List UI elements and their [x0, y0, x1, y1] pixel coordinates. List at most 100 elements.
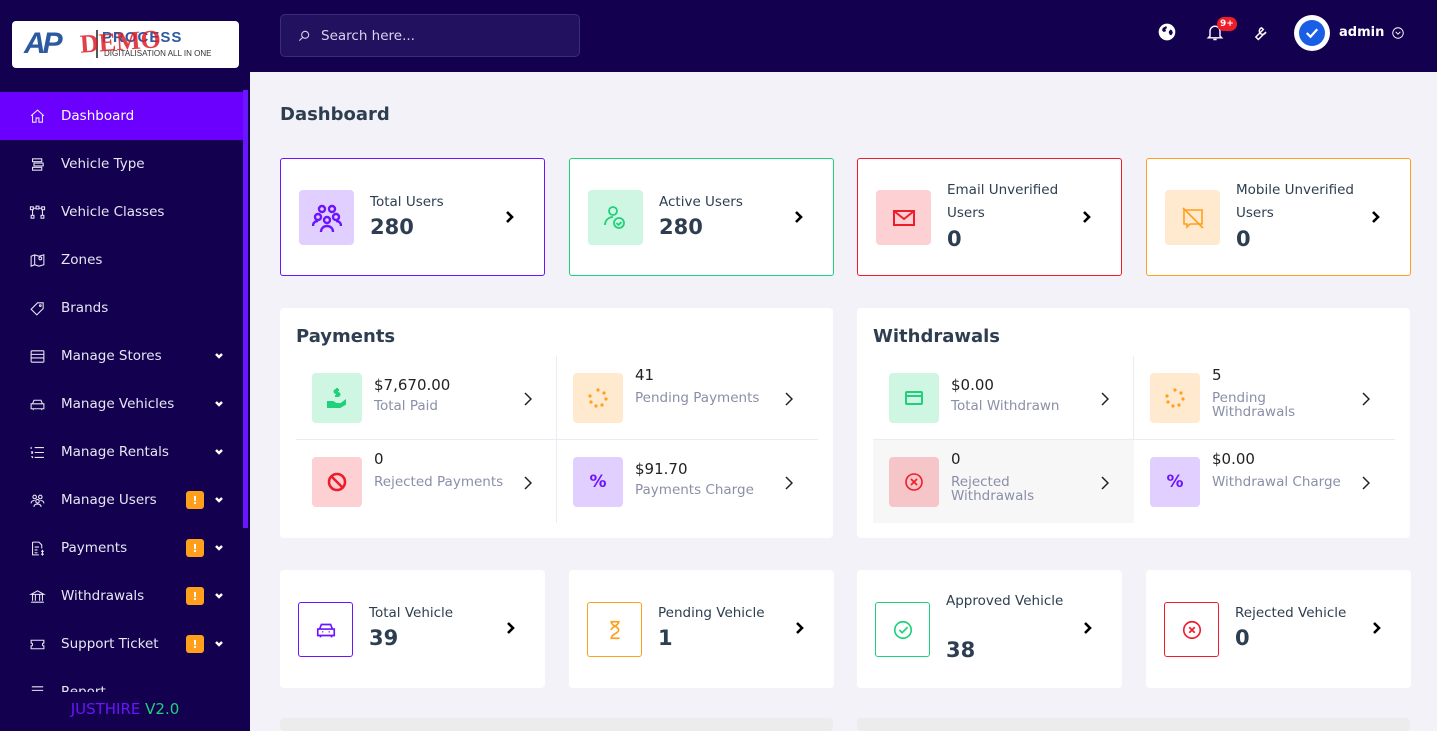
logo[interactable]: AP PROCESS DIGITALISATION ALL IN ONE DEM… [12, 21, 239, 68]
pending-payments-item[interactable]: 41 Pending Payments [557, 356, 818, 439]
stat-label: Approved Vehicle [946, 593, 1064, 609]
cell-value: $0.00 [1212, 450, 1255, 468]
globe-icon [1158, 23, 1176, 41]
cell-value: 5 [1212, 366, 1222, 384]
sidebar-item-label: Manage Users [61, 492, 157, 508]
chevron-right-icon [524, 391, 533, 406]
users-icon [28, 491, 46, 509]
sidebar-nav: Dashboard Vehicle Type Vehicle Classes Z… [0, 92, 243, 716]
sidebar-item-withdrawals[interactable]: Withdrawals ! [0, 572, 243, 620]
stat-label: Total Vehicle [369, 605, 454, 621]
stat-label: Pending Vehicle [658, 605, 765, 621]
stat-value: 39 [369, 626, 399, 650]
chevron-down-icon[interactable] [214, 351, 224, 361]
stat-label: Rejected Vehicle [1235, 605, 1347, 621]
email-unverified-users-card[interactable]: Email Unverified Users 0 [857, 158, 1122, 276]
sidebar-item-manage-stores[interactable]: Manage Stores [0, 332, 243, 380]
chevron-down-icon[interactable] [214, 591, 224, 601]
settings-button[interactable] [1250, 22, 1272, 44]
sidebar-item-label: Support Ticket [61, 636, 159, 652]
payments-charge-item[interactable]: % $91.70 Payments Charge [557, 440, 818, 523]
search-box[interactable] [280, 14, 580, 57]
sidebar-item-payments[interactable]: Payments ! [0, 524, 243, 572]
sidebar-scrollbar[interactable] [243, 90, 248, 528]
pending-withdrawals-item[interactable]: 5 Pending Withdrawals [1134, 356, 1395, 439]
map-pin-icon [28, 251, 46, 269]
cell-value: 0 [951, 450, 961, 468]
sidebar-item-support-ticket[interactable]: Support Ticket ! [0, 620, 243, 668]
demo-watermark: DEMO [79, 24, 162, 59]
sidebar-item-label: Manage Stores [61, 348, 162, 364]
chevron-down-icon[interactable] [214, 495, 224, 505]
percent-icon: % [1150, 457, 1200, 507]
chevron-right-icon [1101, 391, 1110, 406]
ban-icon [312, 457, 362, 507]
sidebar-item-manage-vehicles[interactable]: Manage Vehicles [0, 380, 243, 428]
chevron-right-icon [1101, 475, 1110, 490]
stat-value: 280 [659, 215, 703, 239]
rejected-vehicle-card[interactable]: Rejected Vehicle 0 [1146, 570, 1411, 688]
sidebar-item-vehicle-type[interactable]: Vehicle Type [0, 140, 243, 188]
active-users-card[interactable]: Active Users 280 [569, 158, 834, 276]
cell-label: Rejected Payments [374, 474, 504, 490]
hand-dollar-icon [312, 373, 362, 423]
next-panel-placeholder [280, 718, 833, 731]
mobile-unverified-users-card[interactable]: Mobile Unverified Users 0 [1146, 158, 1411, 276]
sidebar-item-manage-rentals[interactable]: Manage Rentals [0, 428, 243, 476]
envelope-icon [876, 190, 931, 245]
withdrawal-charge-item[interactable]: % $0.00 Withdrawal Charge [1134, 440, 1395, 523]
stat-label: Total Users [370, 194, 444, 210]
panel-title: Payments [296, 326, 396, 347]
cell-value: 41 [635, 366, 655, 384]
message-off-icon [1165, 190, 1220, 245]
approved-vehicle-card[interactable]: Approved Vehicle 38 [857, 570, 1122, 688]
cell-label: Pending Payments [635, 390, 760, 406]
withdrawals-panel: Withdrawals $0.00 Total Withdrawn 5 Pend… [857, 308, 1410, 538]
chevron-right-icon [785, 475, 794, 490]
total-users-card[interactable]: Total Users 280 [280, 158, 545, 276]
sidebar-item-manage-users[interactable]: Manage Users ! [0, 476, 243, 524]
rejected-payments-item[interactable]: 0 Rejected Payments [296, 440, 557, 523]
chevron-down-circle-icon[interactable] [1391, 26, 1405, 40]
loading-dots-icon [1150, 373, 1200, 423]
sidebar-item-dashboard[interactable]: Dashboard [0, 92, 243, 140]
topbar: 9+ admin [250, 0, 1437, 72]
sidebar-item-label: Payments [61, 540, 128, 556]
chevron-down-icon[interactable] [214, 399, 224, 409]
sidebar-item-label: Dashboard [61, 108, 135, 124]
sidebar-item-label: Vehicle Classes [61, 204, 165, 220]
sidebar-item-zones[interactable]: Zones [0, 236, 243, 284]
alert-badge: ! [186, 491, 204, 509]
chevron-right-icon [504, 209, 516, 223]
home-icon [28, 107, 46, 125]
stat-value: 280 [370, 215, 414, 239]
cell-label: Withdrawal Charge [1212, 474, 1341, 490]
chevron-down-icon[interactable] [214, 447, 224, 457]
rejected-withdrawals-item[interactable]: 0 Rejected Withdrawals [873, 440, 1134, 523]
chevron-down-icon[interactable] [214, 543, 224, 553]
language-button[interactable] [1157, 22, 1179, 44]
total-vehicle-card[interactable]: Total Vehicle 39 [280, 570, 545, 688]
sidebar-item-vehicle-classes[interactable]: Vehicle Classes [0, 188, 243, 236]
logo-mark: AP [24, 27, 63, 60]
notifications-button[interactable]: 9+ [1205, 17, 1237, 44]
cell-value: $0.00 [951, 376, 994, 394]
stat-label: Mobile Unverified Users [1236, 182, 1354, 221]
app-version: JUSTHIRE V2.0 [0, 692, 250, 731]
stat-label: Email Unverified Users [947, 182, 1059, 221]
total-withdrawn-item[interactable]: $0.00 Total Withdrawn [873, 356, 1134, 439]
total-paid-item[interactable]: $7,670.00 Total Paid [296, 356, 557, 439]
pending-vehicle-card[interactable]: Pending Vehicle 1 [569, 570, 834, 688]
stat-value: 0 [1236, 227, 1251, 251]
username[interactable]: admin [1339, 25, 1384, 40]
sidebar-item-label: Vehicle Type [61, 156, 145, 172]
check-circle-icon [875, 602, 930, 657]
avatar[interactable] [1294, 15, 1330, 51]
cell-value: 0 [374, 450, 384, 468]
payments-panel: Payments $7,670.00 Total Paid 41 Pending… [280, 308, 833, 538]
chevron-down-icon[interactable] [214, 639, 224, 649]
search-input[interactable] [321, 27, 561, 44]
sidebar-item-label: Brands [61, 300, 109, 316]
sidebar-item-brands[interactable]: Brands [0, 284, 243, 332]
stat-label: Active Users [659, 194, 743, 210]
